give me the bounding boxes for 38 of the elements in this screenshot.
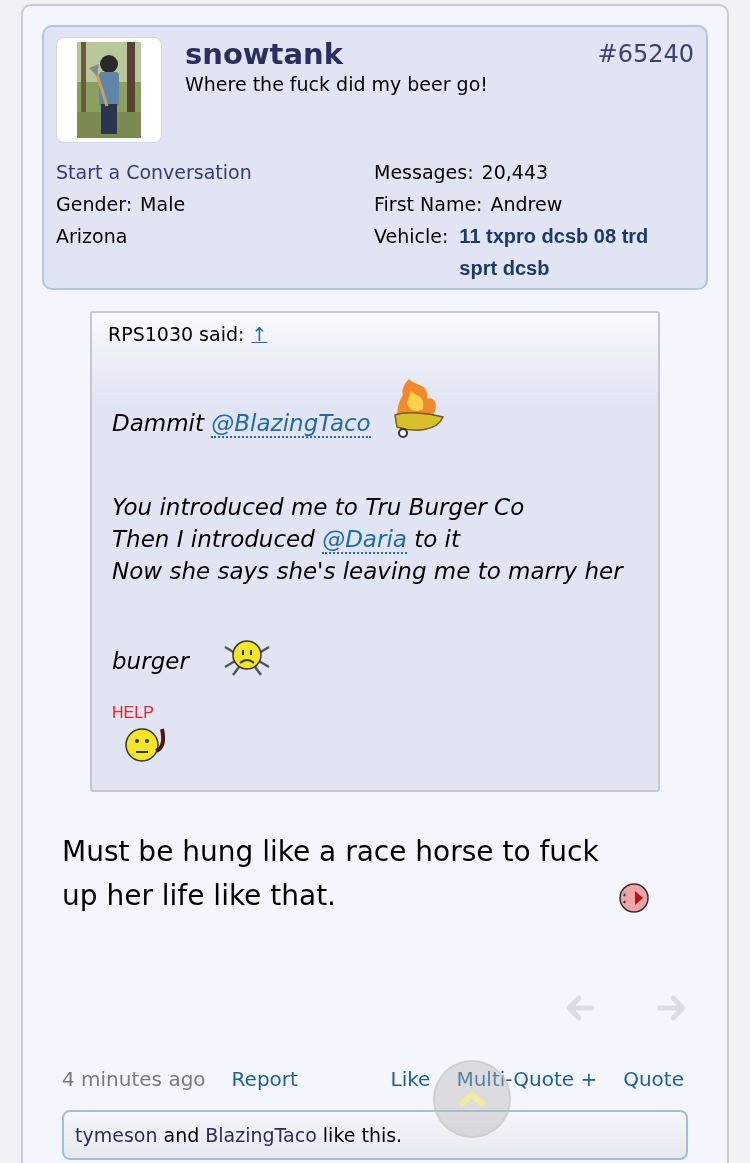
mention-link[interactable]: @BlazingTaco [211,410,371,438]
like-link[interactable]: Like [390,1064,431,1094]
previous-button[interactable] [564,992,596,1024]
user-title: Where the fuck did my beer go! [185,72,489,97]
previous-arrow-icon [565,995,595,1021]
user-link[interactable]: tymeson [75,1123,158,1146]
quote-text: Then I introduced @Daria to it [112,525,461,555]
field-label: Vehicle: [374,224,449,249]
message-text: Must be hung like a race horse to fuck up her life like that. [62,834,600,914]
field-label: Messages: [374,160,474,185]
likes-text: tymeson and BlazingTaco like this. [75,1122,403,1148]
quote-text: burger [112,647,189,676]
quote-link[interactable]: Quote [623,1064,684,1094]
user-link[interactable]: BlazingTaco [205,1123,317,1146]
field-label: Gender: [56,192,133,217]
username[interactable]: snowtank [185,37,343,71]
conversation-link[interactable]: Start a Conversation [56,156,252,188]
multi-quote-link[interactable]: Multi-Quote + [456,1064,598,1094]
pig-face-icon [618,882,650,914]
field-value: 11 txpro dcsb 08 trd sprt dcsb [459,224,650,281]
field-value: Male [140,192,186,217]
quote-text: Now she says she's leaving me to marry her [112,557,623,586]
help-sign-text: HELP [112,705,155,721]
next-arrow-icon [657,995,687,1021]
field-value: Andrew [490,192,563,217]
mention-link[interactable]: @Daria [322,526,407,554]
post-time: 4 minutes ago [62,1066,206,1093]
quote-text: Dammit @BlazingTaco [112,409,371,439]
field-label: First Name: [374,192,483,217]
quote-author: RPS1030 said: [108,321,245,347]
caret-up-icon [456,1089,488,1109]
post-number-link[interactable]: #65240 [597,37,694,71]
quote-text: You introduced me to Tru Burger Co [112,493,525,522]
field-value: 20,443 [481,160,549,185]
next-button[interactable] [656,992,688,1024]
jump-link[interactable]: ↑ [251,319,268,349]
report-link[interactable]: Report [231,1064,298,1094]
location-text: Arizona [56,224,128,249]
